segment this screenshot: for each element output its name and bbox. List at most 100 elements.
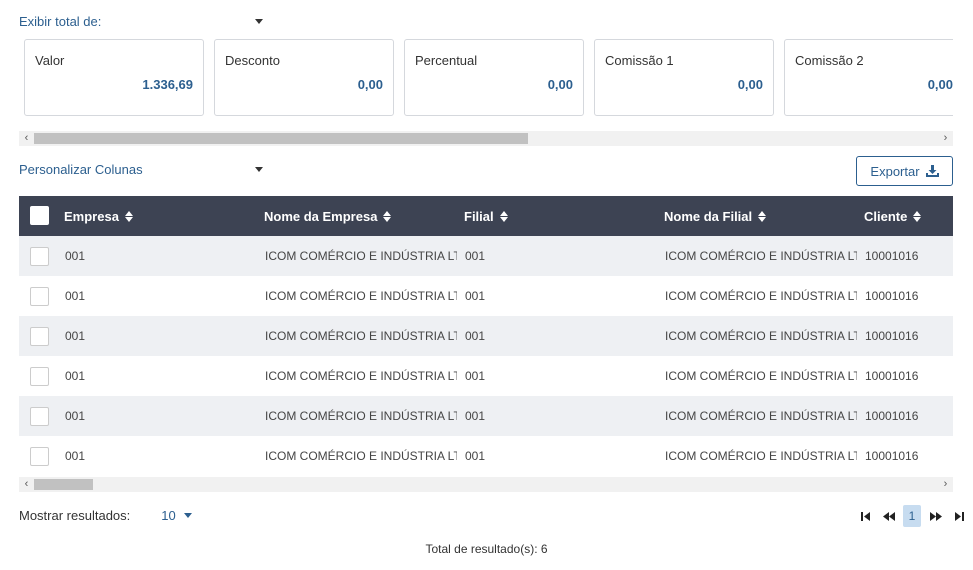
column-header-label: Filial bbox=[464, 208, 494, 224]
cell-cliente: 10001016 bbox=[865, 289, 919, 303]
row-checkbox[interactable] bbox=[30, 447, 49, 466]
table-row[interactable]: 001 ICOM COMÉRCIO E INDÚSTRIA LTD. 001 I… bbox=[19, 356, 953, 396]
table-body: 001 ICOM COMÉRCIO E INDÚSTRIA LTD. 001 I… bbox=[19, 236, 953, 476]
chevron-right-icon[interactable]: › bbox=[938, 477, 953, 492]
cell-nome-empresa: ICOM COMÉRCIO E INDÚSTRIA LTD. bbox=[265, 409, 457, 423]
caret-down-icon bbox=[255, 167, 263, 172]
cell-nome-empresa: ICOM COMÉRCIO E INDÚSTRIA LTD. bbox=[265, 329, 457, 343]
sort-icon bbox=[383, 210, 392, 222]
cell-nome-filial: ICOM COMÉRCIO E INDÚSTRIA LTD. bbox=[665, 249, 857, 263]
cell-cliente: 10001016 bbox=[865, 249, 919, 263]
page-size-value: 10 bbox=[161, 508, 176, 523]
card-value: 0,00 bbox=[737, 77, 763, 92]
sort-icon bbox=[499, 210, 508, 222]
column-header-nome-empresa[interactable]: Nome da Empresa bbox=[264, 196, 392, 236]
chevron-right-icon[interactable]: › bbox=[938, 131, 953, 146]
columns-select[interactable]: Personalizar Colunas bbox=[19, 162, 263, 177]
scrollbar-thumb[interactable] bbox=[34, 133, 528, 144]
chevron-left-icon[interactable]: ‹ bbox=[19, 477, 34, 492]
column-header-nome-filial[interactable]: Nome da Filial bbox=[664, 196, 767, 236]
current-page[interactable]: 1 bbox=[903, 505, 921, 527]
cell-nome-empresa: ICOM COMÉRCIO E INDÚSTRIA LTD. bbox=[265, 249, 457, 263]
chevron-left-icon[interactable]: ‹ bbox=[19, 131, 34, 146]
card-value: 0,00 bbox=[547, 77, 573, 92]
table-row[interactable]: 001 ICOM COMÉRCIO E INDÚSTRIA LTD. 001 I… bbox=[19, 276, 953, 316]
column-header-label: Cliente bbox=[864, 208, 908, 224]
row-checkbox[interactable] bbox=[30, 287, 49, 306]
export-label: Exportar bbox=[870, 163, 920, 179]
table-header: Empresa Nome da Empresa Filial Nome da F… bbox=[19, 196, 953, 236]
cell-filial: 001 bbox=[465, 449, 486, 463]
cell-filial: 001 bbox=[465, 289, 486, 303]
cell-empresa: 001 bbox=[65, 449, 86, 463]
total-select[interactable]: Exibir total de: bbox=[19, 14, 263, 29]
cell-nome-filial: ICOM COMÉRCIO E INDÚSTRIA LTD. bbox=[665, 409, 857, 423]
page-size-select[interactable]: 10 bbox=[161, 508, 192, 523]
row-checkbox[interactable] bbox=[30, 367, 49, 386]
table-row[interactable]: 001 ICOM COMÉRCIO E INDÚSTRIA LTD. 001 I… bbox=[19, 436, 953, 476]
summary-card-comissao-1: Comissão 1 0,00 bbox=[594, 39, 774, 116]
cell-nome-filial: ICOM COMÉRCIO E INDÚSTRIA LTD. bbox=[665, 329, 857, 343]
cell-nome-empresa: ICOM COMÉRCIO E INDÚSTRIA LTD. bbox=[265, 449, 457, 463]
cell-cliente: 10001016 bbox=[865, 409, 919, 423]
cell-empresa: 001 bbox=[65, 289, 86, 303]
summary-card-valor: Valor 1.336,69 bbox=[24, 39, 204, 116]
pagination: 1 bbox=[855, 505, 969, 527]
card-value: 0,00 bbox=[357, 77, 383, 92]
summary-card-comissao-2: Comissão 2 0,00 bbox=[784, 39, 953, 116]
cell-filial: 001 bbox=[465, 369, 486, 383]
cell-nome-empresa: ICOM COMÉRCIO E INDÚSTRIA LTD. bbox=[265, 289, 457, 303]
row-checkbox[interactable] bbox=[30, 407, 49, 426]
summary-cards: Valor 1.336,69 Desconto 0,00 Percentual … bbox=[19, 39, 953, 116]
export-button[interactable]: Exportar bbox=[856, 156, 953, 186]
cell-filial: 001 bbox=[465, 409, 486, 423]
column-header-empresa[interactable]: Empresa bbox=[64, 196, 133, 236]
cell-empresa: 001 bbox=[65, 249, 86, 263]
row-checkbox[interactable] bbox=[30, 247, 49, 266]
table-row[interactable]: 001 ICOM COMÉRCIO E INDÚSTRIA LTD. 001 I… bbox=[19, 396, 953, 436]
cell-nome-filial: ICOM COMÉRCIO E INDÚSTRIA LTD. bbox=[665, 289, 857, 303]
card-title: Comissão 1 bbox=[605, 53, 674, 68]
select-all-checkbox[interactable] bbox=[30, 206, 49, 225]
sort-icon bbox=[758, 210, 767, 222]
table-scrollbar[interactable]: ‹ › bbox=[19, 477, 953, 492]
cards-scrollbar[interactable]: ‹ › bbox=[19, 131, 953, 146]
cell-filial: 001 bbox=[465, 329, 486, 343]
card-title: Valor bbox=[35, 53, 65, 68]
table-row[interactable]: 001 ICOM COMÉRCIO E INDÚSTRIA LTD. 001 I… bbox=[19, 236, 953, 276]
cell-nome-empresa: ICOM COMÉRCIO E INDÚSTRIA LTD. bbox=[265, 369, 457, 383]
column-header-filial[interactable]: Filial bbox=[464, 196, 508, 236]
total-results: Total de resultado(s): 6 bbox=[425, 542, 548, 556]
columns-select-label: Personalizar Colunas bbox=[19, 162, 143, 177]
last-page-icon[interactable] bbox=[949, 506, 969, 526]
first-page-icon[interactable] bbox=[855, 506, 875, 526]
cell-cliente: 10001016 bbox=[865, 329, 919, 343]
card-title: Desconto bbox=[225, 53, 280, 68]
column-header-label: Nome da Empresa bbox=[264, 208, 378, 224]
column-header-cliente[interactable]: Cliente bbox=[864, 196, 922, 236]
cell-nome-filial: ICOM COMÉRCIO E INDÚSTRIA LTD. bbox=[665, 449, 857, 463]
show-results-label: Mostrar resultados: bbox=[19, 508, 131, 523]
total-select-label: Exibir total de: bbox=[19, 14, 102, 29]
next-page-icon[interactable] bbox=[925, 506, 945, 526]
card-title: Percentual bbox=[415, 53, 478, 68]
table-row[interactable]: 001 ICOM COMÉRCIO E INDÚSTRIA LTD. 001 I… bbox=[19, 316, 953, 356]
row-checkbox[interactable] bbox=[30, 327, 49, 346]
column-header-label: Nome da Filial bbox=[664, 208, 753, 224]
sort-icon bbox=[124, 210, 133, 222]
cell-empresa: 001 bbox=[65, 369, 86, 383]
results-table: Empresa Nome da Empresa Filial Nome da F… bbox=[19, 196, 953, 476]
cell-cliente: 10001016 bbox=[865, 369, 919, 383]
prev-page-icon[interactable] bbox=[879, 506, 899, 526]
cell-empresa: 001 bbox=[65, 329, 86, 343]
card-value: 1.336,69 bbox=[142, 77, 193, 92]
cell-filial: 001 bbox=[465, 249, 486, 263]
card-title: Comissão 2 bbox=[795, 53, 864, 68]
cell-empresa: 001 bbox=[65, 409, 86, 423]
cell-cliente: 10001016 bbox=[865, 449, 919, 463]
summary-card-percentual: Percentual 0,00 bbox=[404, 39, 584, 116]
caret-down-icon bbox=[183, 513, 192, 518]
cell-nome-filial: ICOM COMÉRCIO E INDÚSTRIA LTD. bbox=[665, 369, 857, 383]
page-size-control: Mostrar resultados: 10 bbox=[19, 508, 192, 523]
scrollbar-thumb[interactable] bbox=[34, 479, 93, 490]
